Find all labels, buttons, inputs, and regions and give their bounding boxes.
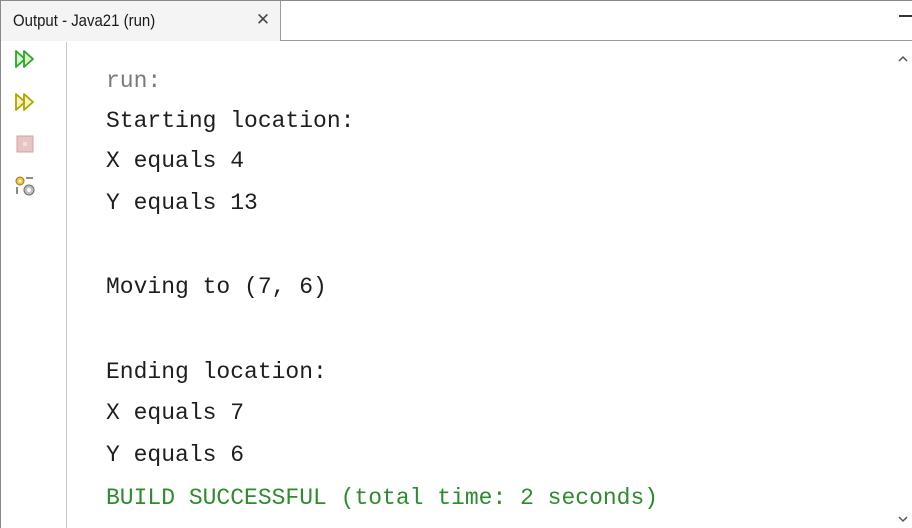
output-window: Output - Java21 (run) ✕ run: Starting lo… (0, 0, 912, 528)
vertical-scrollbar[interactable] (894, 42, 912, 528)
output-tab-bar: Output - Java21 (run) ✕ (1, 1, 912, 41)
stop-icon[interactable] (13, 132, 37, 156)
output-toolbar (1, 42, 67, 528)
scroll-down-icon[interactable] (896, 512, 910, 526)
rerun-icon[interactable] (13, 47, 37, 71)
console-line-ending-header: Ending location: (106, 359, 327, 385)
rerun-with-options-icon[interactable] (13, 90, 37, 114)
console-line-end-x: X equals 7 (106, 400, 245, 426)
tab-output-java21-run[interactable]: Output - Java21 (run) ✕ (1, 1, 281, 41)
build-status-message: BUILD SUCCESSFUL (total time: 2 seconds) (106, 485, 659, 511)
close-icon[interactable]: ✕ (253, 10, 273, 30)
console-line-run: run: (106, 68, 162, 94)
console-line-start-y: Y equals 13 (106, 190, 258, 216)
console-line-start-x: X equals 4 (106, 148, 245, 174)
tab-title: Output - Java21 (run) (13, 11, 156, 30)
console-line-starting-header: Starting location: (106, 108, 355, 134)
console-output[interactable]: run: Starting location: X equals 4 Y equ… (68, 42, 894, 528)
console-line-moving: Moving to (7, 6) (106, 274, 327, 300)
minimize-icon[interactable] (899, 15, 912, 17)
settings-icon[interactable] (13, 174, 37, 198)
console-line-end-y: Y equals 6 (106, 442, 245, 468)
scroll-up-icon[interactable] (896, 52, 910, 66)
